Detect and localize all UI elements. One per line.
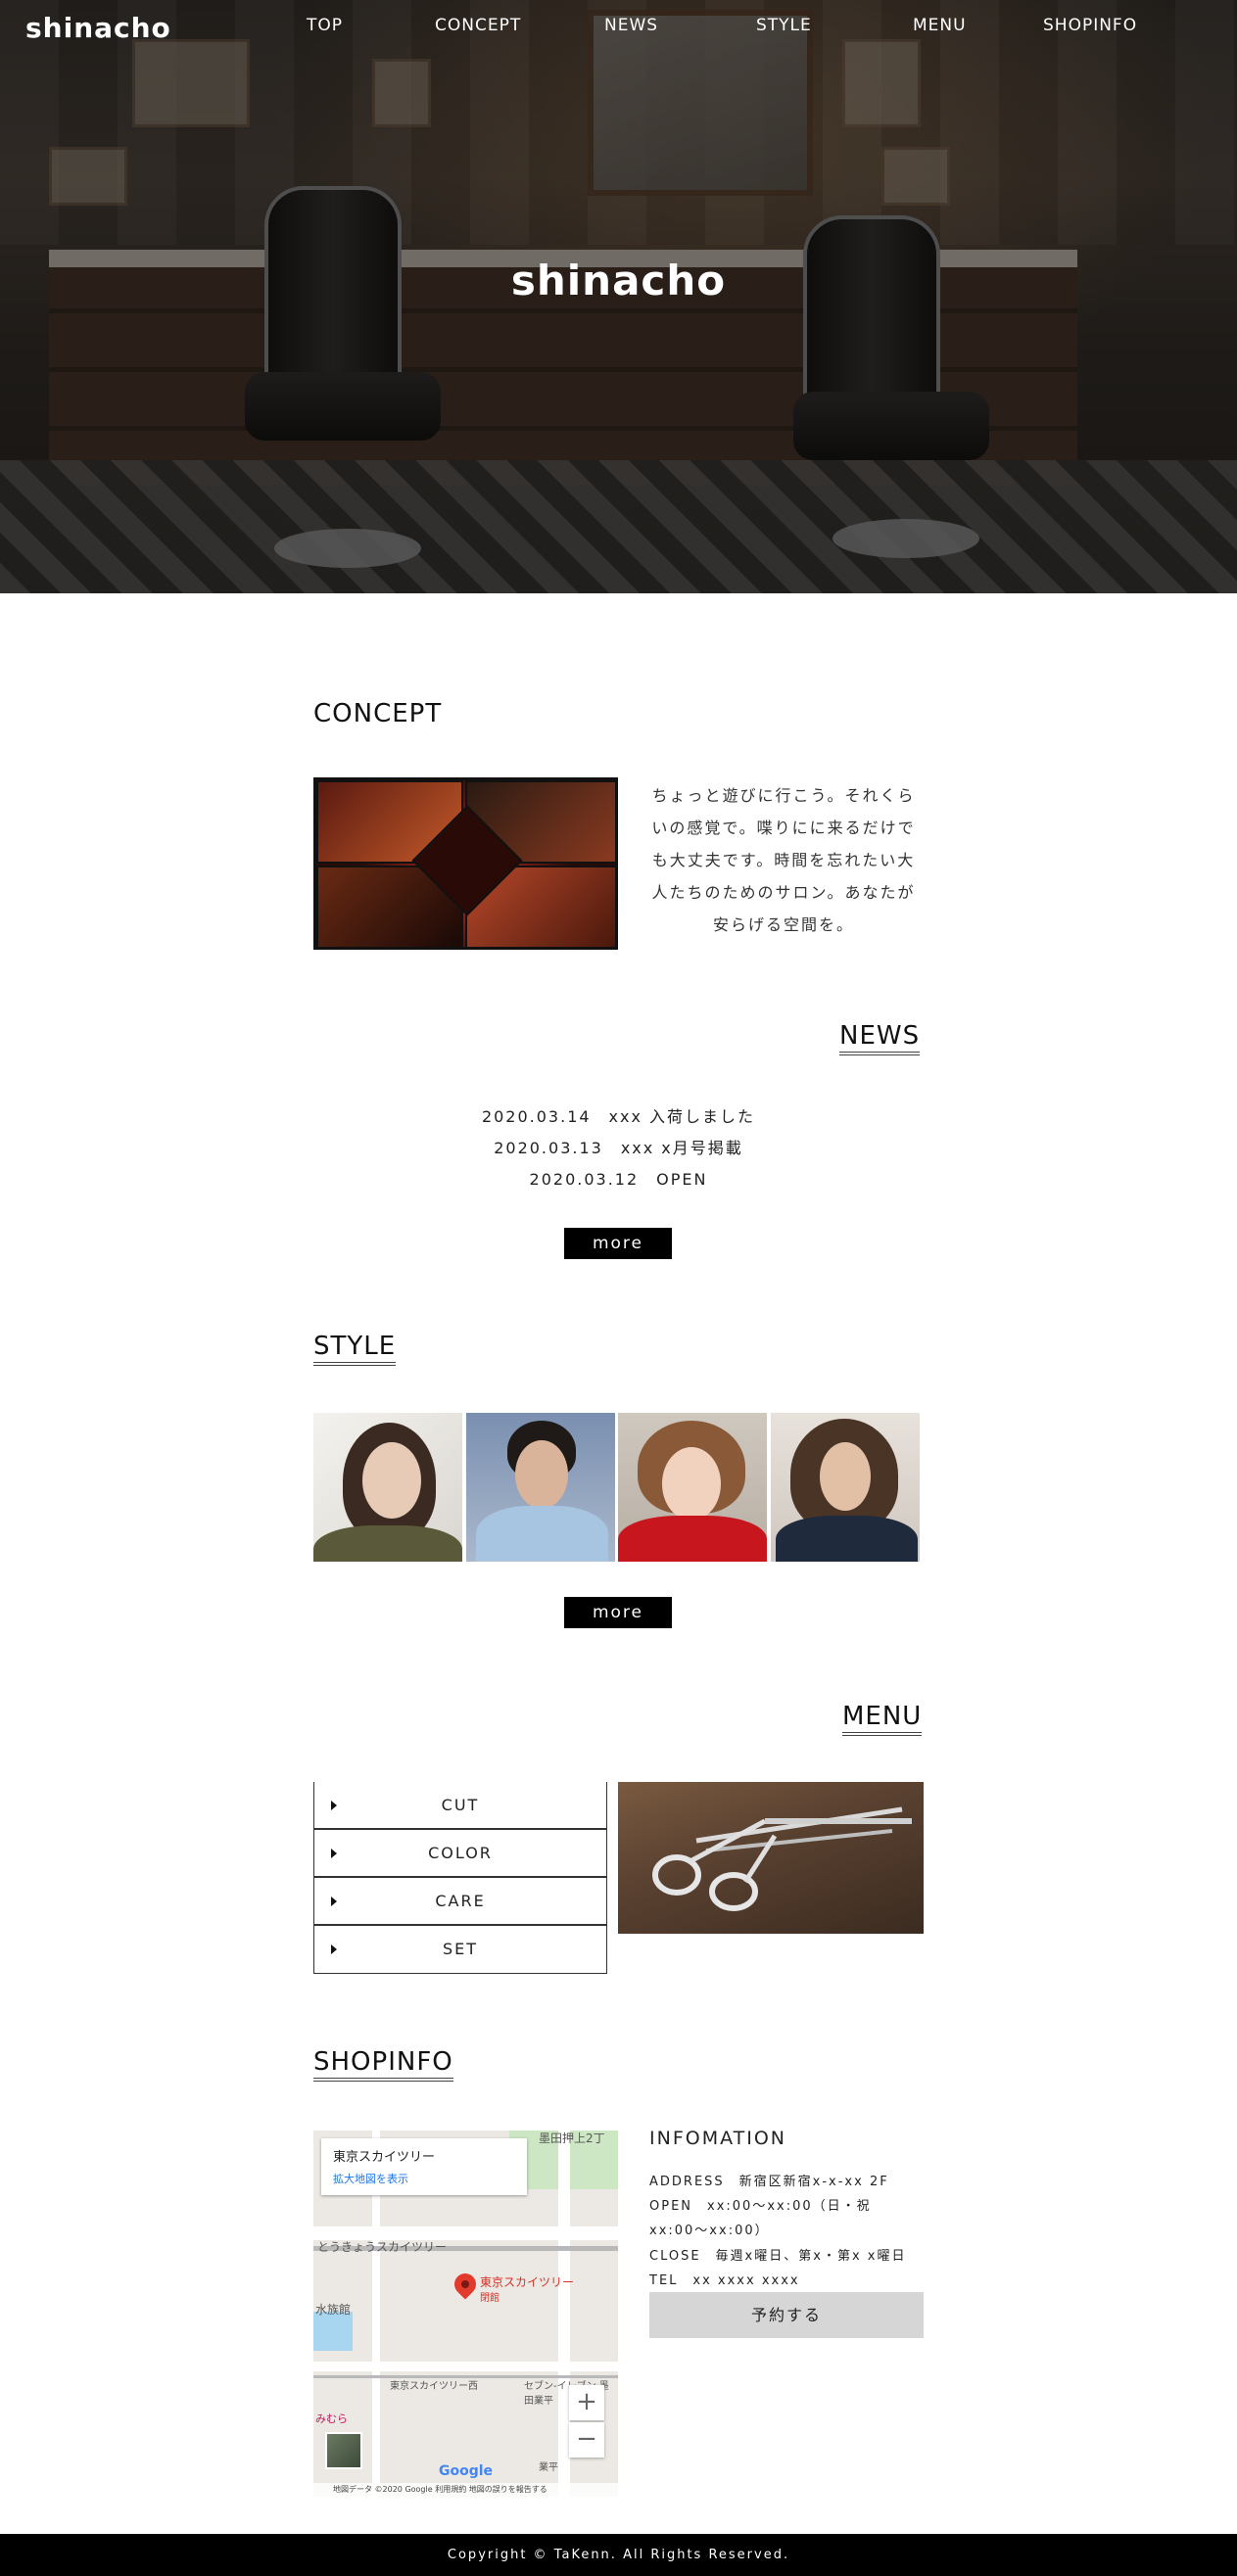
map-label: 水族館: [315, 2303, 352, 2317]
concept-text-line: いの感覚で。喋りにに来るだけで: [651, 819, 916, 837]
concept-text-line: 人たちのためのサロン。あなたが: [651, 883, 916, 902]
news-more-button[interactable]: more: [564, 1228, 672, 1259]
news-item[interactable]: 2020.03.13 xxx x月号掲載: [0, 1134, 1237, 1165]
concept-image: [313, 777, 618, 950]
map-label: 墨田押上2丁: [539, 2131, 605, 2145]
concept-text-line: も大丈夫です。時間を忘れたい大: [651, 851, 916, 869]
nav-menu[interactable]: MENU: [913, 16, 967, 35]
nav-top[interactable]: TOP: [307, 16, 343, 35]
map-label: とうきょうスカイツリー: [317, 2240, 448, 2254]
menu-item-set[interactable]: SET: [314, 1926, 606, 1974]
map-larger-link[interactable]: 拡大地図を表示: [333, 2171, 515, 2186]
caret-right-icon: [331, 1849, 337, 1858]
concept-text: ちょっと遊びに行こう。それくら いの感覚で。喋りにに来るだけで も大丈夫です。時…: [646, 779, 921, 941]
menu-item-label: COLOR: [428, 1844, 493, 1862]
news-text: xxx 入荷しました: [608, 1107, 756, 1126]
style-more-button[interactable]: more: [564, 1597, 672, 1628]
hero-title: shinacho: [510, 257, 727, 304]
scissors-icon: [652, 1806, 912, 1911]
style-photo[interactable]: [771, 1413, 920, 1562]
main-nav: TOP CONCEPT NEWS STYLE MENU SHOPINFO: [0, 16, 1237, 39]
map-zoom-in-button[interactable]: +: [569, 2385, 604, 2420]
map-place-name: 東京スカイツリー: [333, 2150, 436, 2165]
info-address: ADDRESS 新宿区新宿x-x-xx 2F: [649, 2175, 889, 2189]
caret-right-icon: [331, 1944, 337, 1954]
menu-item-label: CUT: [441, 1796, 480, 1814]
map-place-card: 東京スカイツリー 拡大地図を表示: [321, 2138, 527, 2195]
info-title: INFOMATION: [649, 2128, 786, 2149]
style-heading: STYLE: [313, 1332, 397, 1366]
nav-news[interactable]: NEWS: [604, 16, 658, 35]
caret-right-icon: [331, 1801, 337, 1810]
news-item[interactable]: 2020.03.14 xxx 入荷しました: [0, 1102, 1237, 1134]
footer-copyright: Copyright © TaKenn. All Rights Reserved.: [0, 2534, 1237, 2576]
caret-right-icon: [331, 1897, 337, 1906]
news-text: xxx x月号掲載: [620, 1139, 743, 1157]
info-tel: TEL xx xxxx xxxx: [649, 2273, 800, 2288]
concept-text-line: 安らげる空間を。: [712, 915, 854, 934]
menu-scissors-image: [618, 1782, 924, 1934]
menu-item-cut[interactable]: CUT: [314, 1782, 606, 1830]
google-map[interactable]: 東京スカイツリー 拡大地図を表示 墨田押上2丁 とうきょうスカイツリー 水族館 …: [313, 2131, 618, 2497]
menu-item-label: SET: [442, 1940, 479, 1958]
news-text: OPEN: [656, 1170, 708, 1189]
map-zoom-out-button[interactable]: −: [569, 2422, 604, 2458]
menu-item-care[interactable]: CARE: [314, 1878, 606, 1926]
map-pin-sublabel: 閉館: [480, 2293, 500, 2304]
google-logo: Google: [439, 2463, 494, 2479]
news-date: 2020.03.13: [494, 1139, 603, 1157]
menu-item-label: CARE: [435, 1892, 486, 1910]
map-label: みむら: [315, 2412, 348, 2425]
concept-text-line: ちょっと遊びに行こう。それくら: [651, 786, 916, 805]
map-attribution[interactable]: 地図データ ©2020 Google 利用規約 地図の誤りを報告する: [313, 2483, 618, 2497]
shopinfo-heading: SHOPINFO: [313, 2047, 453, 2082]
info-open: OPEN xx:00〜xx:00（日・祝: [649, 2199, 872, 2214]
concept-heading: CONCEPT: [313, 699, 443, 728]
map-label: 業平: [539, 2462, 558, 2473]
news-date: 2020.03.14: [481, 1107, 592, 1126]
menu-heading: MENU: [842, 1702, 923, 1736]
map-satellite-toggle[interactable]: [325, 2432, 362, 2469]
map-label: 東京スカイツリー西: [390, 2381, 478, 2392]
nav-concept[interactable]: CONCEPT: [435, 16, 521, 35]
map-pin-label: 東京スカイツリー: [480, 2275, 575, 2289]
info-open-continued: xx:00〜xx:00）: [649, 2224, 770, 2238]
news-list: 2020.03.14 xxx 入荷しました 2020.03.13 xxx x月号掲載…: [0, 1102, 1237, 1196]
style-photo[interactable]: [313, 1413, 462, 1562]
hero-image: shinacho: [0, 0, 1237, 593]
style-photo[interactable]: [466, 1413, 615, 1562]
news-item[interactable]: 2020.03.12 OPEN: [0, 1165, 1237, 1196]
reserve-button[interactable]: 予約する: [649, 2292, 924, 2338]
news-heading: NEWS: [839, 1021, 921, 1055]
info-close: CLOSE 毎週x曜日、第x・第x x曜日: [649, 2249, 907, 2264]
map-pin-icon[interactable]: [450, 2269, 481, 2300]
style-photo[interactable]: [618, 1413, 767, 1562]
menu-list: CUT COLOR CARE SET: [313, 1782, 607, 1974]
nav-shopinfo[interactable]: SHOPINFO: [1043, 16, 1137, 35]
menu-item-color[interactable]: COLOR: [314, 1830, 606, 1878]
news-date: 2020.03.12: [529, 1170, 640, 1189]
nav-style[interactable]: STYLE: [756, 16, 812, 35]
